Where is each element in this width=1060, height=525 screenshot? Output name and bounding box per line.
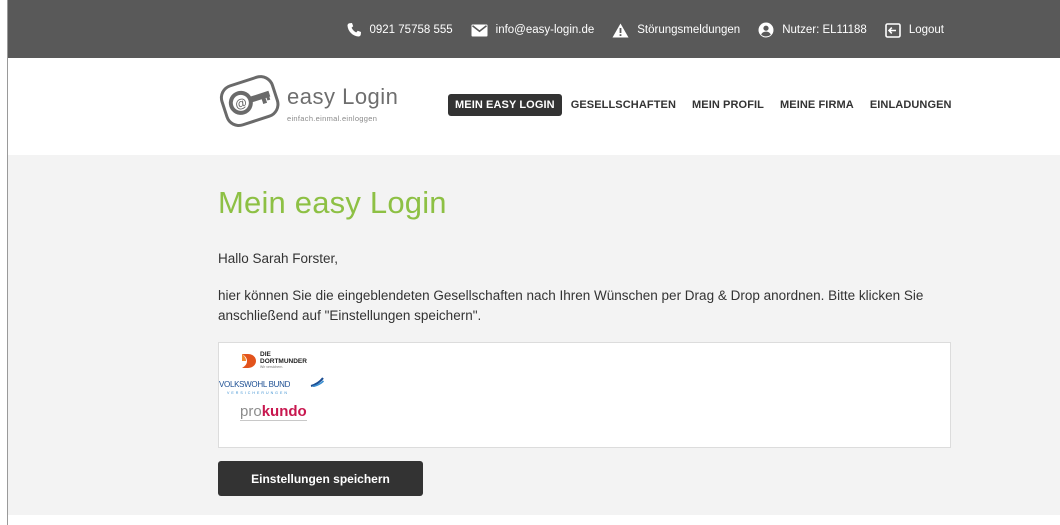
company-sort-list: DIE DORTMUNDER Wir versichern. VOLKSWOHL… [218,342,951,448]
greeting-text: Hallo Sarah Forster, [218,251,339,266]
die-dortmunder-line2: DORTMUNDER [260,358,307,365]
volkswohl-bund-wave-icon [310,377,324,387]
die-dortmunder-logo-icon [242,354,256,368]
mail-icon [471,24,488,36]
prokundo-part-kundo: kundo [261,403,307,420]
main-nav: MEIN EASY LOGIN GESELLSCHAFTEN MEIN PROF… [448,94,961,116]
save-settings-button[interactable]: Einstellungen speichern [218,461,423,496]
phone-link[interactable]: 0921 75758 555 [346,22,453,38]
status-reports-label: Störungsmeldungen [637,24,741,36]
key-logo-icon: @ [219,75,280,127]
company-item-prokundo[interactable]: prokundo [240,401,320,425]
prokundo-part-pro: pro [240,403,262,420]
warning-icon [612,23,629,37]
phone-icon [346,23,361,37]
status-reports-link[interactable]: Störungsmeldungen [612,23,740,38]
logo-title: easy Login [287,84,399,109]
logout-label: Logout [908,24,944,36]
site-header: @ easy Login einfach.einmal.einloggen ME… [8,58,1060,155]
die-dortmunder-line3: Wir versichern. [260,365,284,369]
prokundo-logo: prokundo [240,403,307,421]
logout-icon [885,22,901,38]
user-label: Nutzer: EL11188 [782,24,867,36]
company-item-volkswohl-bund[interactable]: VOLKSWOHL BUND VERSICHERUNGEN [219,376,329,398]
nav-mein-profil[interactable]: MEIN PROFIL [685,94,771,116]
nav-einladungen[interactable]: EINLADUNGEN [863,94,959,116]
main-content: Mein easy Login Hallo Sarah Forster, hie… [8,155,1060,515]
logout-link[interactable]: Logout [885,22,944,38]
easy-login-logo[interactable]: @ easy Login einfach.einmal.einloggen [218,73,408,133]
logo-tagline: einfach.einmal.einloggen [287,114,378,123]
company-item-die-dortmunder[interactable]: DIE DORTMUNDER Wir versichern. [227,351,327,371]
user-icon [758,22,774,38]
user-link[interactable]: Nutzer: EL11188 [758,22,867,38]
volkswohl-bund-name: VOLKSWOHL BUND [219,380,291,389]
nav-mein-easy-login[interactable]: MEIN EASY LOGIN [448,94,562,116]
email-address: info@easy-login.de [495,24,595,36]
die-dortmunder-line1: DIE [260,351,271,358]
intro-text: hier können Sie die eingeblendeten Gesel… [218,288,924,323]
email-link[interactable]: info@easy-login.de [471,24,595,37]
page-title: Mein easy Login [218,185,447,220]
phone-number: 0921 75758 555 [369,24,453,36]
top-bar: 0921 75758 555 info@easy-login.de Störun… [8,0,1060,58]
nav-meine-firma[interactable]: MEINE FIRMA [773,94,861,116]
nav-gesellschaften[interactable]: GESELLSCHAFTEN [564,94,683,116]
volkswohl-bund-sub: VERSICHERUNGEN [227,391,289,395]
top-bar-contacts: 0921 75758 555 info@easy-login.de Störun… [8,21,1060,39]
